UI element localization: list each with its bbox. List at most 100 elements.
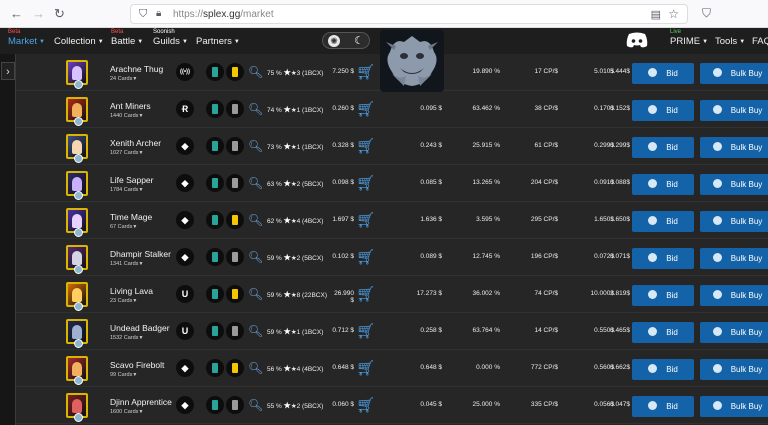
gold-foil-icon[interactable] <box>226 100 244 118</box>
forward-icon[interactable]: → <box>32 7 45 21</box>
bid-button[interactable]: Bid <box>632 174 694 195</box>
cart-icon[interactable]: 🛒︎ <box>356 322 375 340</box>
bid-button[interactable]: Bid <box>632 137 694 158</box>
cart-icon[interactable]: 🛒︎ <box>356 248 375 266</box>
bid-button[interactable]: Bid <box>632 285 694 306</box>
bulk-buy-button[interactable]: Bulk Buy <box>700 211 768 232</box>
theme-toggle[interactable]: ✺ ☾ <box>322 32 370 49</box>
bid-button[interactable]: Bid <box>632 211 694 232</box>
regular-foil-icon[interactable] <box>206 396 224 414</box>
gold-foil-icon[interactable] <box>226 285 244 303</box>
price-chart-icon[interactable]: 🔍︎ <box>248 287 263 301</box>
back-icon[interactable]: ← <box>10 7 23 21</box>
tracking-shield-icon[interactable]: ⛉ <box>139 8 147 21</box>
regular-foil-icon[interactable] <box>206 211 224 229</box>
card-count[interactable]: 23 Cards▼ <box>110 298 137 304</box>
cart-icon[interactable]: 🛒︎ <box>356 137 375 155</box>
card-count[interactable]: 1027 Cards▼ <box>110 150 143 156</box>
card-count[interactable]: 1600 Cards▼ <box>110 409 143 415</box>
card-count[interactable]: 1784 Cards▼ <box>110 187 143 193</box>
lock-icon[interactable]: 🔒︎ <box>156 8 161 19</box>
expand-sidebar-button[interactable]: › <box>1 62 15 80</box>
reload-icon[interactable]: ↻ <box>54 7 65 21</box>
card-count[interactable]: 67 Cards▼ <box>110 224 137 230</box>
card-name[interactable]: Undead Badger <box>110 323 170 333</box>
bookmark-star-icon[interactable]: ☆ <box>668 7 679 21</box>
regular-foil-icon[interactable] <box>206 137 224 155</box>
cart-icon[interactable]: 🛒︎ <box>356 211 375 229</box>
nav-guilds[interactable]: Soonish Guilds ▼ <box>153 29 188 47</box>
bulk-buy-button[interactable]: Bulk Buy <box>700 137 768 158</box>
regular-foil-icon[interactable] <box>206 359 224 377</box>
price-chart-icon[interactable]: 🔍︎ <box>248 213 263 227</box>
cart-icon[interactable]: 🛒︎ <box>356 63 375 81</box>
price-chart-icon[interactable]: 🔍︎ <box>248 250 263 264</box>
nav-partners[interactable]: Partners ▼ <box>196 36 240 47</box>
gold-foil-icon[interactable] <box>226 63 244 81</box>
price-chart-icon[interactable]: 🔍︎ <box>248 139 263 153</box>
card-name[interactable]: Living Lava <box>110 286 153 296</box>
bulk-buy-button[interactable]: Bulk Buy <box>700 100 768 121</box>
card-count[interactable]: 1341 Cards▼ <box>110 261 143 267</box>
cart-icon[interactable]: 🛒︎ <box>356 174 375 192</box>
regular-foil-icon[interactable] <box>206 285 224 303</box>
price-chart-icon[interactable]: 🔍︎ <box>248 398 263 412</box>
regular-foil-icon[interactable] <box>206 174 224 192</box>
price-chart-icon[interactable]: 🔍︎ <box>248 65 263 79</box>
bulk-buy-button[interactable]: Bulk Buy <box>700 359 768 380</box>
bulk-buy-button[interactable]: Bulk Buy <box>700 248 768 269</box>
regular-foil-icon[interactable] <box>206 100 224 118</box>
gold-foil-icon[interactable] <box>226 211 244 229</box>
regular-foil-icon[interactable] <box>206 63 224 81</box>
bulk-buy-button[interactable]: Bulk Buy <box>700 285 768 306</box>
bid-button[interactable]: Bid <box>632 359 694 380</box>
card-name[interactable]: Djinn Apprentice <box>110 397 172 407</box>
regular-foil-icon[interactable] <box>206 248 224 266</box>
bid-button[interactable]: Bid <box>632 63 694 84</box>
cart-icon[interactable]: 🛒︎ <box>356 396 375 414</box>
bulk-buy-button[interactable]: Bulk Buy <box>700 174 768 195</box>
cart-icon[interactable]: 🛒︎ <box>356 359 375 377</box>
nav-collection[interactable]: Collection ▼ <box>54 36 104 47</box>
bid-button[interactable]: Bid <box>632 248 694 269</box>
gold-foil-icon[interactable] <box>226 322 244 340</box>
nav-battle[interactable]: Beta Battle ▼ <box>111 29 143 47</box>
address-bar[interactable]: ⛉ 🔒︎ https://splex.gg/market ▤ ☆ <box>130 4 688 24</box>
card-name[interactable]: Time Mage <box>110 212 152 222</box>
price-chart-icon[interactable]: 🔍︎ <box>248 324 263 338</box>
nav-market[interactable]: Beta Market ▼ <box>8 29 45 47</box>
card-count[interactable]: 1532 Cards▼ <box>110 335 143 341</box>
url-text[interactable]: https://splex.gg/market <box>173 9 274 20</box>
card-name[interactable]: Arachne Thug <box>110 64 163 74</box>
price-chart-icon[interactable]: 🔍︎ <box>248 102 263 116</box>
pocket-icon[interactable]: ⛉ <box>702 6 711 21</box>
card-name[interactable]: Scavo Firebolt <box>110 360 164 370</box>
card-name[interactable]: Xenith Archer <box>110 138 161 148</box>
card-name[interactable]: Ant Miners <box>110 101 151 111</box>
regular-foil-icon[interactable] <box>206 322 224 340</box>
gold-foil-icon[interactable] <box>226 137 244 155</box>
cart-icon[interactable]: 🛒︎ <box>356 285 375 303</box>
nav-faq[interactable]: FAQ <box>752 36 768 47</box>
bulk-buy-button[interactable]: Bulk Buy <box>700 322 768 343</box>
nav-tools[interactable]: Tools ▼ <box>715 36 745 47</box>
nav-prime[interactable]: Live PRIME ▼ <box>670 29 708 47</box>
reader-view-icon[interactable]: ▤ <box>651 8 661 21</box>
gold-foil-icon[interactable] <box>226 248 244 266</box>
price-chart-icon[interactable]: 🔍︎ <box>248 361 263 375</box>
gold-foil-icon[interactable] <box>226 174 244 192</box>
card-name[interactable]: Life Sapper <box>110 175 153 185</box>
card-count[interactable]: 24 Cards▼ <box>110 76 137 82</box>
bid-button[interactable]: Bid <box>632 322 694 343</box>
card-name[interactable]: Dhampir Stalker <box>110 249 171 259</box>
card-count[interactable]: 99 Cards▼ <box>110 372 137 378</box>
bid-button[interactable]: Bid <box>632 100 694 121</box>
bulk-buy-button[interactable]: Bulk Buy <box>700 63 768 84</box>
bid-button[interactable]: Bid <box>632 396 694 417</box>
cart-icon[interactable]: 🛒︎ <box>356 100 375 118</box>
gold-foil-icon[interactable] <box>226 396 244 414</box>
price-chart-icon[interactable]: 🔍︎ <box>248 176 263 190</box>
bulk-buy-button[interactable]: Bulk Buy <box>700 396 768 417</box>
discord-icon[interactable] <box>626 32 648 48</box>
gold-foil-icon[interactable] <box>226 359 244 377</box>
